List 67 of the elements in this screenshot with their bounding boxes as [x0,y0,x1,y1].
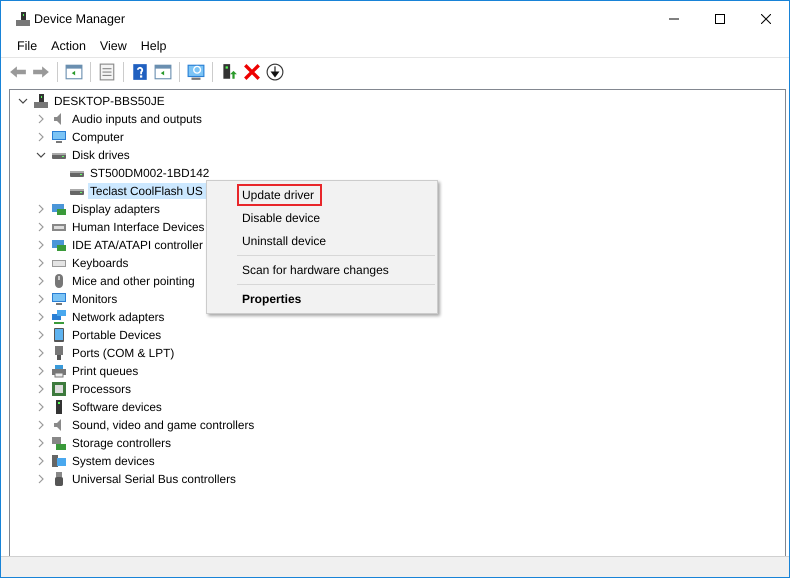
app-icon [15,11,31,27]
expand-chevron-icon[interactable] [36,474,46,484]
menu-item[interactable]: View [92,39,134,53]
window-title: Device Manager [34,12,126,26]
tree-item[interactable]: ST500DM002-1BD142 [88,165,212,181]
card-icon [51,237,67,253]
monitor-icon [51,291,67,307]
tree-item[interactable]: IDE ATA/ATAPI controller [70,237,205,253]
collapse-chevron-icon[interactable] [18,96,28,106]
expand-chevron-icon[interactable] [36,384,46,394]
tree-item[interactable]: DESKTOP-BBS50JE [52,93,167,109]
tree-item[interactable]: Keyboards [70,255,130,271]
printer-icon [51,363,67,379]
context-menu-item[interactable]: Scan for hardware changes [237,259,397,281]
expand-chevron-icon[interactable] [36,114,46,124]
expand-chevron-icon[interactable] [36,258,46,268]
expand-chevron-icon[interactable] [36,240,46,250]
maximize-icon [715,14,725,24]
tree-item[interactable]: Display adapters [70,201,162,217]
tree-item[interactable]: Teclast CoolFlash US [88,183,207,199]
storage-controller-icon [51,435,67,451]
expand-chevron-icon[interactable] [36,456,46,466]
tree-item[interactable]: Disk drives [70,147,132,163]
menu-item[interactable]: Action [44,39,93,53]
tree-item[interactable]: Portable Devices [70,327,164,343]
network-icon [51,309,67,325]
collapse-chevron-icon[interactable] [36,150,46,160]
expand-chevron-icon[interactable] [36,222,46,232]
tree-item[interactable]: Software devices [70,399,164,415]
context-menu-item[interactable]: Disable device [237,207,328,229]
expand-chevron-icon[interactable] [36,330,46,340]
computer-icon [33,93,49,109]
expand-chevron-icon[interactable] [36,366,46,376]
download-icon[interactable] [264,61,286,83]
system-icon [51,453,67,469]
expand-chevron-icon[interactable] [36,294,46,304]
expand-chevron-icon[interactable] [36,132,46,142]
tree-item[interactable]: Computer [70,129,126,145]
chip-icon [51,381,67,397]
context-menu-item[interactable]: Update driver [237,184,322,206]
tree-item[interactable]: Human Interface Devices [70,219,206,235]
monitor-icon [51,129,67,145]
tree-item[interactable]: Monitors [70,291,120,307]
tree-item[interactable]: System devices [70,453,157,469]
tree-item[interactable]: Print queues [70,363,140,379]
menu-item[interactable]: Help [134,39,174,53]
tree-item[interactable]: Network adapters [70,309,166,325]
context-menu-item[interactable]: Properties [237,288,310,310]
expand-chevron-icon[interactable] [36,276,46,286]
card-icon [51,201,67,217]
tablet-icon [51,327,67,343]
expand-chevron-icon[interactable] [36,402,46,412]
context-menu-item[interactable]: Uninstall device [237,230,334,252]
expand-chevron-icon[interactable] [36,312,46,322]
tree-item[interactable]: Sound, video and game controllers [70,417,256,433]
expand-chevron-icon[interactable] [36,420,46,430]
tree-item[interactable]: Storage controllers [70,435,174,451]
tree-item[interactable]: Universal Serial Bus controllers [70,471,238,487]
tree-item[interactable]: Ports (COM & LPT) [70,345,176,361]
expand-chevron-icon[interactable] [36,348,46,358]
menu-item[interactable]: File [10,39,44,53]
expand-chevron-icon[interactable] [36,204,46,214]
tree-item[interactable]: Processors [70,381,134,397]
tree-item[interactable]: Audio inputs and outputs [70,111,204,127]
tree-item[interactable]: Mice and other pointing [70,273,197,289]
close-icon [761,14,771,24]
expand-chevron-icon[interactable] [36,438,46,448]
